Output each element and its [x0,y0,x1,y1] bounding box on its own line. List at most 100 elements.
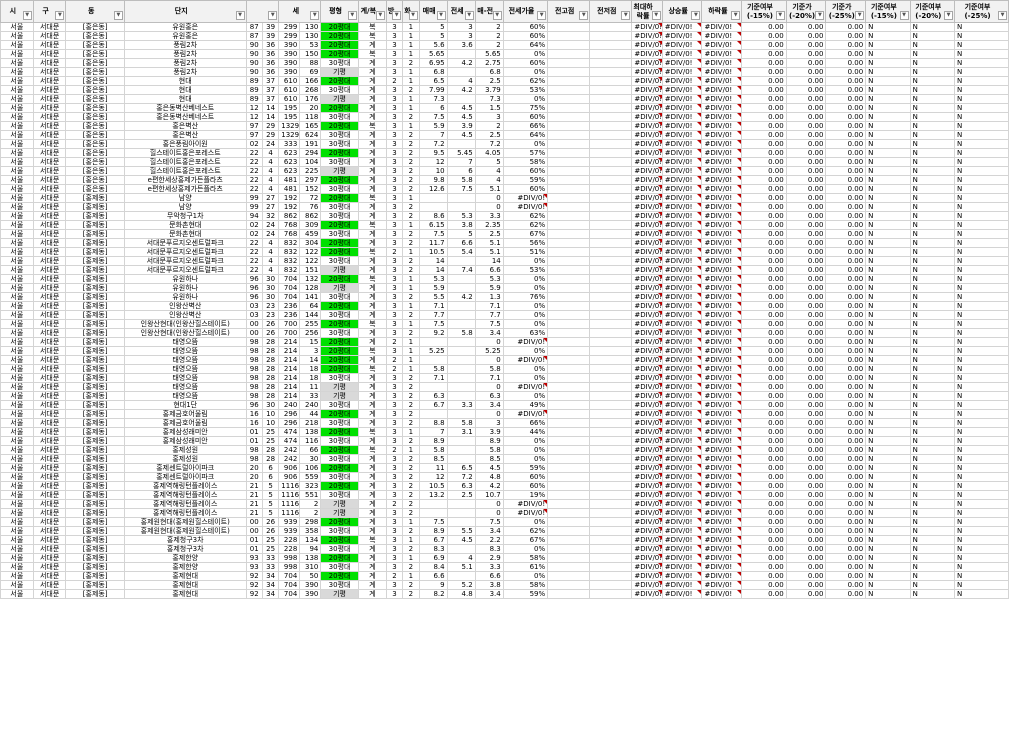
cell-fall[interactable]: #DIV/0! [701,481,743,491]
table-row[interactable]: 서울 서대문 [홍제동] 인왕산현대(인왕산힐스테이트) 00 26 700 255 20평대 복… [0,319,1009,329]
cell-age[interactable]: 4 [261,184,280,194]
cell-si[interactable]: 서울 [0,373,34,383]
cell-yn20[interactable]: N [909,373,956,383]
cell-yn20[interactable]: N [909,238,956,248]
cell-std15[interactable]: 0.00 [741,220,787,230]
cell-low[interactable] [589,292,633,302]
cell-households[interactable]: 832 [278,247,301,257]
cell-maemae[interactable]: 7.2 [418,139,448,149]
cell-rise[interactable]: #DIV/0! [661,580,703,590]
cell-rise[interactable]: #DIV/0! [661,319,703,329]
cell-std15[interactable]: 0.00 [741,319,787,329]
cell-age[interactable]: 30 [261,400,280,410]
cell-std20[interactable]: 0.00 [785,139,827,149]
cell-yn15[interactable]: N [865,229,911,239]
cell-low[interactable] [589,256,633,266]
cell-std20[interactable]: 0.00 [785,211,827,221]
cell-age[interactable]: 14 [261,112,280,122]
cell-bang[interactable]: 3 [385,553,404,563]
cell-maemae[interactable]: 5.5 [418,292,448,302]
cell-jeonse[interactable] [446,409,476,419]
cell-yn20[interactable]: N [909,418,956,428]
cell-max-drop[interactable]: #DIV/0! [631,508,663,518]
filter-dropdown-icon[interactable]: ▼ [731,11,741,20]
cell-pyeong[interactable]: 30평대 [320,202,359,212]
cell-maemae[interactable]: 5.8 [418,364,448,374]
cell-std20[interactable]: 0.00 [785,544,827,554]
cell-si[interactable]: 서울 [0,175,34,185]
cell-max-drop[interactable]: #DIV/0! [631,364,663,374]
cell-max-drop[interactable]: #DIV/0! [631,67,663,77]
cell-maejeon[interactable]: 3 [474,418,504,428]
cell-age[interactable]: 5 [261,499,280,509]
cell-bang[interactable]: 3 [385,283,404,293]
cell-high[interactable] [547,166,591,176]
cell-jeonse[interactable] [446,346,476,356]
table-row[interactable]: 서울 서대문 [홍제동] 홍제한양 93 33 998 138 20평대 계 3 1 6.9 4 2.9 58… [0,553,1009,563]
cell-std15[interactable]: 0.00 [741,103,787,113]
cell-maemae[interactable]: 7.7 [418,310,448,320]
cell-gyebok[interactable]: 계 [357,85,387,95]
cell-count[interactable]: 122 [299,256,322,266]
cell-std25[interactable]: 0.00 [825,328,867,338]
cell-danji[interactable]: 홍제성원 [123,445,247,455]
cell-yn25[interactable]: N [954,517,1009,527]
cell-gyebok[interactable]: 계 [357,112,387,122]
cell-danji[interactable]: 홍제원현대(홍제원힐스테이트) [123,526,247,536]
cell-yn20[interactable]: N [909,310,956,320]
cell-low[interactable] [589,121,633,131]
cell-rise[interactable]: #DIV/0! [661,211,703,221]
cell-gyebok[interactable]: 복 [357,346,387,356]
table-row[interactable]: 서울 서대문 [홍제동] 문화촌현대 02 24 768 459 30평대 계 3 2 7.5 5 2.5 6… [0,229,1009,239]
cell-std15[interactable]: 0.00 [741,76,787,86]
cell-maemae[interactable]: 5.9 [418,121,448,131]
cell-households[interactable]: 623 [278,157,301,167]
cell-gu[interactable]: 서대문 [32,67,67,77]
cell-yn15[interactable]: N [865,139,911,149]
cell-yn15[interactable]: N [865,49,911,59]
cell-pyeong[interactable]: 20평대 [320,148,359,158]
cell-yn20[interactable]: N [909,247,956,257]
cell-dong[interactable]: [홍제동] [65,319,125,329]
cell-households[interactable]: 1116 [278,508,301,518]
cell-yn25[interactable]: N [954,391,1009,401]
cell-year[interactable]: 01 [245,535,263,545]
cell-rise[interactable]: #DIV/0! [661,589,703,599]
table-row[interactable]: 서울 서대문 [홍제동] 홍제원현대(홍제원힐스테이트) 00 26 939 298 20평대 계… [0,517,1009,527]
cell-year[interactable]: 00 [245,517,263,527]
cell-low[interactable] [589,157,633,167]
cell-yn20[interactable]: N [909,139,956,149]
cell-yn15[interactable]: N [865,454,911,464]
cell-jeonse-rate[interactable]: 60% [502,184,549,194]
cell-gu[interactable]: 서대문 [32,328,67,338]
cell-count[interactable]: 106 [299,463,322,473]
cell-std15[interactable]: 0.00 [741,247,787,257]
cell-count[interactable]: 304 [299,238,322,248]
cell-jeonse-rate[interactable]: 0% [502,94,549,104]
cell-maejeon[interactable]: 4 [474,166,504,176]
cell-gu[interactable]: 서대문 [32,40,67,50]
cell-pyeong[interactable]: 기평 [320,265,359,275]
cell-high[interactable] [547,103,591,113]
cell-dong[interactable]: [홍제동] [65,247,125,257]
cell-yn15[interactable]: N [865,157,911,167]
cell-std15[interactable]: 0.00 [741,337,787,347]
cell-pyeong[interactable]: 20평대 [320,40,359,50]
cell-hwa[interactable]: 2 [402,202,420,212]
cell-pyeong[interactable]: 기평 [320,382,359,392]
cell-max-drop[interactable]: #DIV/0! [631,94,663,104]
cell-dong[interactable]: [홍제동] [65,418,125,428]
cell-maejeon[interactable]: 3.4 [474,526,504,536]
cell-dong[interactable]: [홍제동] [65,211,125,221]
cell-count[interactable]: 88 [299,58,322,68]
cell-maemae[interactable]: 6.8 [418,67,448,77]
cell-yn25[interactable]: N [954,373,1009,383]
cell-std15[interactable]: 0.00 [741,292,787,302]
cell-high[interactable] [547,58,591,68]
cell-count[interactable]: 3 [299,346,322,356]
cell-std20[interactable]: 0.00 [785,373,827,383]
cell-pyeong[interactable]: 30평대 [320,256,359,266]
cell-yn15[interactable]: N [865,328,911,338]
cell-yn15[interactable]: N [865,526,911,536]
cell-dong[interactable]: [홍은동] [65,94,125,104]
